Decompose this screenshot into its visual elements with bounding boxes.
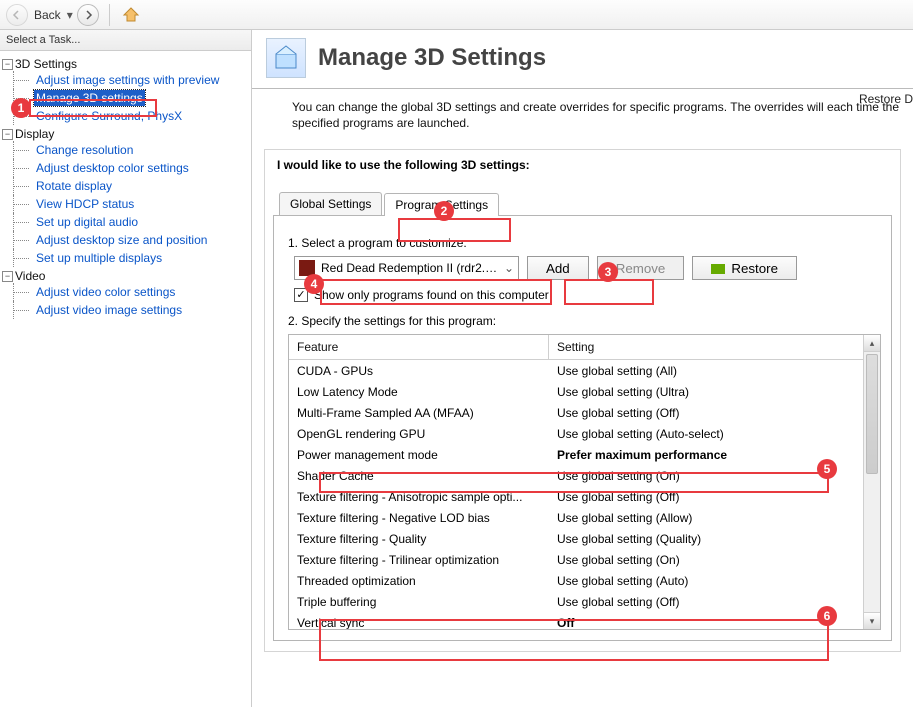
cell-feature: Multi-Frame Sampled AA (MFAA) — [289, 406, 549, 420]
cell-setting: Use global setting (Allow) — [549, 511, 863, 525]
cell-setting: Use global setting (Quality) — [549, 532, 863, 546]
remove-button: Remove — [597, 256, 685, 280]
table-row[interactable]: Shader CacheUse global setting (On) — [289, 465, 863, 486]
cell-setting: Use global setting (Off) — [549, 595, 863, 609]
show-only-checkbox[interactable]: ✓ — [294, 288, 308, 302]
content-pane: Manage 3D Settings Restore D You can cha… — [252, 30, 913, 707]
settings-table: Feature Setting CUDA - GPUsUse global se… — [288, 334, 881, 630]
tree-item[interactable]: Change resolution — [34, 142, 135, 158]
restore-defaults-link[interactable]: Restore D — [859, 92, 913, 106]
scroll-thumb[interactable] — [866, 354, 878, 474]
tree-toggle[interactable]: − — [2, 59, 13, 70]
nvidia-icon — [711, 264, 725, 274]
back-label: Back — [34, 8, 61, 22]
tree-item[interactable]: Manage 3D settings — [34, 90, 145, 106]
scroll-track[interactable] — [864, 352, 880, 612]
restore-button[interactable]: Restore — [692, 256, 797, 280]
table-row[interactable]: Power management modePrefer maximum perf… — [289, 444, 863, 465]
tree-item[interactable]: Adjust desktop size and position — [34, 232, 209, 248]
tab-global-settings[interactable]: Global Settings — [279, 192, 382, 215]
tree-category-label[interactable]: 3D Settings — [15, 57, 77, 71]
toolbar: Back ▾ — [0, 0, 913, 30]
cell-feature: Triple buffering — [289, 595, 549, 609]
toolbar-separator — [109, 4, 110, 26]
cell-setting: Use global setting (Auto-select) — [549, 427, 863, 441]
tab-body: 1. Select a program to customize: Red De… — [273, 216, 892, 641]
table-row[interactable]: Texture filtering - Trilinear optimizati… — [289, 549, 863, 570]
tabs: Global Settings Program Settings — [273, 192, 892, 216]
back-dropdown-icon[interactable]: ▾ — [67, 8, 73, 22]
tree-category-label[interactable]: Video — [15, 269, 45, 283]
sidebar-header: Select a Task... — [0, 30, 251, 51]
cell-setting: Use global setting (Off) — [549, 406, 863, 420]
cell-feature: Vertical sync — [289, 616, 549, 630]
col-setting[interactable]: Setting — [549, 335, 863, 359]
cell-feature: Texture filtering - Negative LOD bias — [289, 511, 549, 525]
add-button[interactable]: Add — [527, 256, 589, 280]
tree-toggle[interactable]: − — [2, 129, 13, 140]
forward-button[interactable] — [77, 4, 99, 26]
tree-item[interactable]: Set up digital audio — [34, 214, 140, 230]
tree-item[interactable]: Adjust video image settings — [34, 302, 184, 318]
group-title: I would like to use the following 3D set… — [273, 158, 534, 172]
cell-setting: Use global setting (Off) — [549, 490, 863, 504]
table-row[interactable]: Vertical syncOff — [289, 612, 863, 629]
table-row[interactable]: CUDA - GPUsUse global setting (All) — [289, 360, 863, 381]
table-row[interactable]: Multi-Frame Sampled AA (MFAA)Use global … — [289, 402, 863, 423]
cell-setting: Use global setting (All) — [549, 364, 863, 378]
tree-toggle[interactable]: − — [2, 271, 13, 282]
page-icon — [266, 38, 306, 78]
tree-item[interactable]: Adjust video color settings — [34, 284, 177, 300]
step2-label: 2. Specify the settings for this program… — [288, 314, 881, 328]
cell-feature: Texture filtering - Trilinear optimizati… — [289, 553, 549, 567]
tree-item[interactable]: Rotate display — [34, 178, 114, 194]
table-row[interactable]: Texture filtering - QualityUse global se… — [289, 528, 863, 549]
program-select[interactable]: Red Dead Redemption II (rdr2.e... ⌄ — [294, 256, 519, 280]
col-feature[interactable]: Feature — [289, 335, 549, 359]
scroll-up-button[interactable]: ▴ — [864, 335, 880, 352]
back-button[interactable] — [6, 4, 28, 26]
cell-setting: Use global setting (On) — [549, 469, 863, 483]
tree-category-label[interactable]: Display — [15, 127, 54, 141]
tree-item[interactable]: Configure Surround, PhysX — [34, 108, 184, 124]
cell-feature: Threaded optimization — [289, 574, 549, 588]
tree-item[interactable]: View HDCP status — [34, 196, 136, 212]
tab-program-settings[interactable]: Program Settings — [384, 193, 499, 216]
scrollbar[interactable]: ▴ ▾ — [863, 335, 880, 629]
cell-feature: Low Latency Mode — [289, 385, 549, 399]
tree-item[interactable]: Adjust image settings with preview — [34, 72, 221, 88]
tree-item[interactable]: Set up multiple displays — [34, 250, 164, 266]
settings-group: I would like to use the following 3D set… — [264, 149, 901, 652]
cell-feature: OpenGL rendering GPU — [289, 427, 549, 441]
table-row[interactable]: Threaded optimizationUse global setting … — [289, 570, 863, 591]
table-row[interactable]: Triple bufferingUse global setting (Off) — [289, 591, 863, 612]
cell-setting: Use global setting (On) — [549, 553, 863, 567]
cell-setting: Use global setting (Auto) — [549, 574, 863, 588]
page-title: Manage 3D Settings — [318, 44, 546, 72]
restore-button-label: Restore — [731, 261, 778, 276]
cell-setting: Use global setting (Ultra) — [549, 385, 863, 399]
program-selected-text: Red Dead Redemption II (rdr2.e... — [321, 261, 498, 275]
table-row[interactable]: Texture filtering - Anisotropic sample o… — [289, 486, 863, 507]
chevron-down-icon: ⌄ — [504, 261, 514, 275]
tree-item[interactable]: Adjust desktop color settings — [34, 160, 191, 176]
table-row[interactable]: Texture filtering - Negative LOD biasUse… — [289, 507, 863, 528]
scroll-down-button[interactable]: ▾ — [864, 612, 880, 629]
cell-setting: Off — [549, 616, 863, 630]
sidebar: Select a Task... −3D SettingsAdjust imag… — [0, 30, 252, 707]
step1-label: 1. Select a program to customize: — [288, 236, 881, 250]
show-only-label: Show only programs found on this compute… — [314, 288, 549, 302]
cell-feature: Power management mode — [289, 448, 549, 462]
task-tree: −3D SettingsAdjust image settings with p… — [0, 51, 251, 323]
cell-feature: Texture filtering - Quality — [289, 532, 549, 546]
cell-setting: Prefer maximum performance — [549, 448, 863, 462]
intro-text: You can change the global 3D settings an… — [252, 89, 913, 141]
table-row[interactable]: Low Latency ModeUse global setting (Ultr… — [289, 381, 863, 402]
cell-feature: Texture filtering - Anisotropic sample o… — [289, 490, 549, 504]
cell-feature: Shader Cache — [289, 469, 549, 483]
table-row[interactable]: OpenGL rendering GPUUse global setting (… — [289, 423, 863, 444]
cell-feature: CUDA - GPUs — [289, 364, 549, 378]
home-button[interactable] — [120, 4, 142, 26]
program-icon — [299, 260, 315, 276]
